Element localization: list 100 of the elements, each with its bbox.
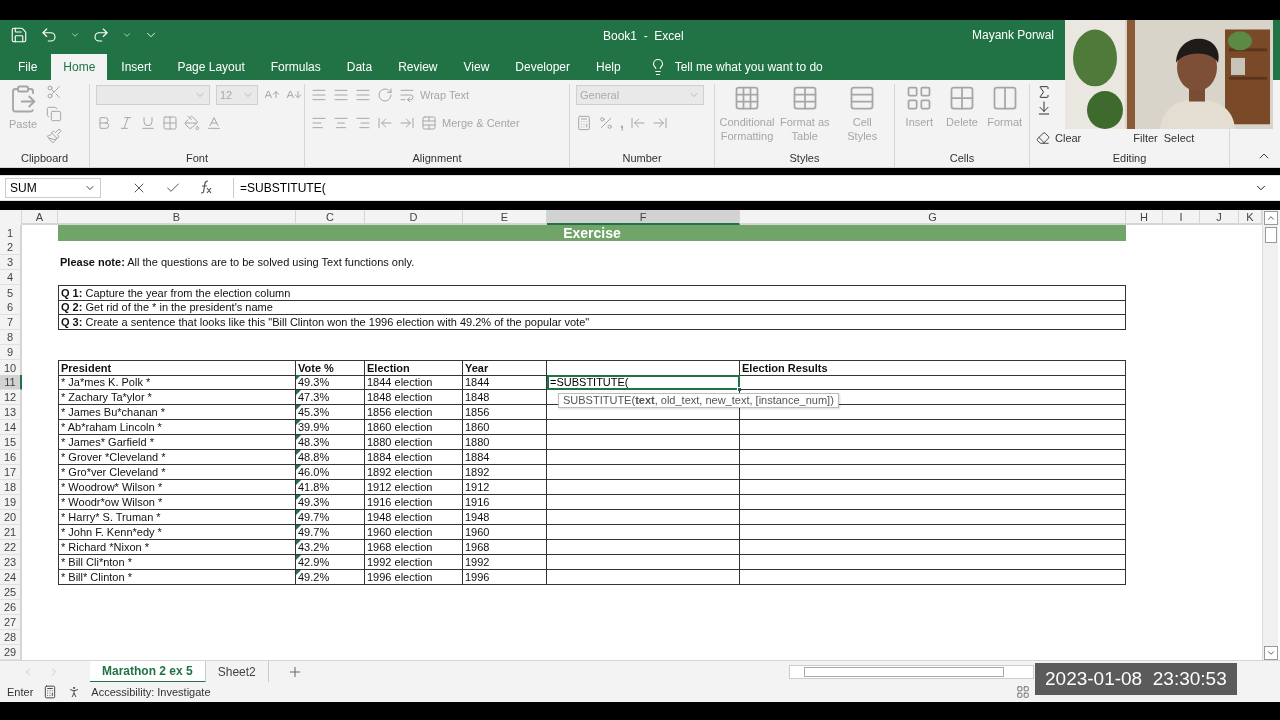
row-header[interactable]: 11 xyxy=(0,375,22,390)
undo-icon[interactable] xyxy=(40,26,58,44)
row-header[interactable]: 29 xyxy=(0,645,22,660)
ribbon-tab[interactable]: Help xyxy=(584,54,633,80)
table-cell: * Ja*mes K. Polk * xyxy=(58,375,296,390)
row-header[interactable]: 27 xyxy=(0,615,22,630)
column-header[interactable]: E xyxy=(463,210,547,225)
column-header[interactable]: K xyxy=(1239,210,1262,225)
row-header[interactable]: 10 xyxy=(0,360,22,376)
row-header[interactable]: 26 xyxy=(0,600,22,615)
row-header[interactable]: 15 xyxy=(0,435,22,450)
column-heading: Election Results xyxy=(740,360,1126,376)
fill-handle[interactable] xyxy=(737,387,742,392)
row-header[interactable]: 8 xyxy=(0,330,22,345)
group-label: Font xyxy=(185,151,209,166)
column-header[interactable]: D xyxy=(365,210,463,225)
row-header[interactable]: 1 xyxy=(0,225,22,241)
row-header[interactable]: 9 xyxy=(0,345,22,360)
number-format-value: General xyxy=(580,89,620,101)
column-header[interactable]: I xyxy=(1163,210,1200,225)
ribbon-tab[interactable]: Formulas xyxy=(258,54,333,80)
ribbon-tab[interactable]: Review xyxy=(386,54,450,80)
row-header[interactable]: 3 xyxy=(0,255,22,270)
name-box-value: SUM xyxy=(10,181,37,195)
table-cell: * Gro*ver Cleveland * xyxy=(58,465,296,480)
tell-me-field[interactable]: Tell me what you want to do xyxy=(674,60,823,74)
vertical-scrollbar[interactable] xyxy=(1262,210,1278,660)
table-cell: * John F. Kenn*edy * xyxy=(58,525,296,540)
ribbon-tab[interactable]: Data xyxy=(334,54,385,80)
table-cell: 42.9% xyxy=(296,555,365,570)
row-header[interactable]: 23 xyxy=(0,555,22,570)
grid-icon xyxy=(948,84,976,112)
accessibility-status[interactable]: Accessibility: Investigate xyxy=(91,686,211,698)
scroll-down-icon[interactable] xyxy=(1265,648,1276,658)
ribbon-tab[interactable]: Home xyxy=(51,54,108,80)
row-header[interactable]: 22 xyxy=(0,540,22,555)
table-cell: 1844 xyxy=(463,375,547,390)
table-icon xyxy=(733,84,761,112)
row-header[interactable]: 20 xyxy=(0,510,22,525)
sheet-tab[interactable]: Marathon 2 ex 5 xyxy=(90,660,206,683)
banner: Exercise xyxy=(58,225,1126,241)
column-header[interactable]: H xyxy=(1126,210,1163,225)
scroll-thumb[interactable] xyxy=(804,666,1004,677)
row-header[interactable]: 14 xyxy=(0,420,22,435)
save-icon[interactable] xyxy=(10,26,28,44)
row-header[interactable]: 4 xyxy=(0,270,22,285)
row-header[interactable]: 28 xyxy=(0,630,22,645)
table-cell: * James* Garfield * xyxy=(58,435,296,450)
column-header[interactable]: G xyxy=(740,210,1126,225)
table-cell: 1856 election xyxy=(365,405,463,420)
formula-field[interactable]: =SUBSTITUTE( xyxy=(233,178,1274,198)
column-header[interactable]: F xyxy=(547,210,740,225)
table-cell: 41.8% xyxy=(296,480,365,495)
row-header[interactable]: 24 xyxy=(0,570,22,585)
mode-text: Enter xyxy=(7,686,34,698)
scroll-up-icon[interactable] xyxy=(1265,213,1276,223)
row-header[interactable]: 5 xyxy=(0,285,22,301)
ribbon-tab[interactable]: Page Layout xyxy=(165,54,257,80)
column-heading: Election xyxy=(365,360,463,376)
row-header[interactable]: 18 xyxy=(0,480,22,495)
table-cell: 1884 xyxy=(463,450,547,465)
row-header[interactable]: 13 xyxy=(0,405,22,420)
row-header[interactable]: 2 xyxy=(0,240,22,255)
column-header[interactable]: A xyxy=(22,210,58,225)
ribbon-tab[interactable]: View xyxy=(451,54,502,80)
table-cell: 1892 election xyxy=(365,465,463,480)
name-box[interactable]: SUM xyxy=(5,178,101,198)
column-header[interactable]: J xyxy=(1200,210,1239,225)
table-cell: 1992 election xyxy=(365,555,463,570)
row-header[interactable]: 16 xyxy=(0,450,22,465)
ribbon-tab[interactable]: Insert xyxy=(109,54,164,80)
row-header[interactable]: 19 xyxy=(0,495,22,510)
column-heading: President xyxy=(58,360,296,376)
table-cell: 1960 election xyxy=(365,525,463,540)
row-header[interactable]: 25 xyxy=(0,585,22,600)
row-header[interactable]: 6 xyxy=(0,300,22,315)
group-label: Clipboard xyxy=(19,151,70,166)
scroll-thumb[interactable] xyxy=(1264,227,1277,243)
function-icon[interactable] xyxy=(199,180,213,196)
row-header[interactable]: 17 xyxy=(0,465,22,480)
redo-icon[interactable] xyxy=(92,26,110,44)
group-label: Alignment xyxy=(411,151,463,166)
ribbon-tab[interactable]: File xyxy=(6,54,50,80)
row-header[interactable]: 7 xyxy=(0,315,22,330)
font-size-value: 12 xyxy=(220,89,233,101)
row-header[interactable]: 12 xyxy=(0,390,22,405)
ribbon-tab[interactable]: Developer xyxy=(503,54,582,80)
caret-icon[interactable] xyxy=(70,30,80,40)
caret-icon[interactable] xyxy=(122,30,132,40)
table-cell: 1844 election xyxy=(365,375,463,390)
table-cell: * Bill Cli*nton * xyxy=(58,555,296,570)
horizontal-scrollbar[interactable] xyxy=(789,664,1034,679)
column-header[interactable]: B xyxy=(58,210,296,225)
row-header[interactable]: 21 xyxy=(0,525,22,540)
column-header[interactable]: C xyxy=(296,210,365,225)
table-cell: 1960 xyxy=(463,525,547,540)
table-cell: 49.7% xyxy=(296,510,365,525)
normal-view-icon[interactable] xyxy=(1016,685,1030,699)
table-cell: 1848 xyxy=(463,390,547,405)
table-cell: 1880 election xyxy=(365,435,463,450)
